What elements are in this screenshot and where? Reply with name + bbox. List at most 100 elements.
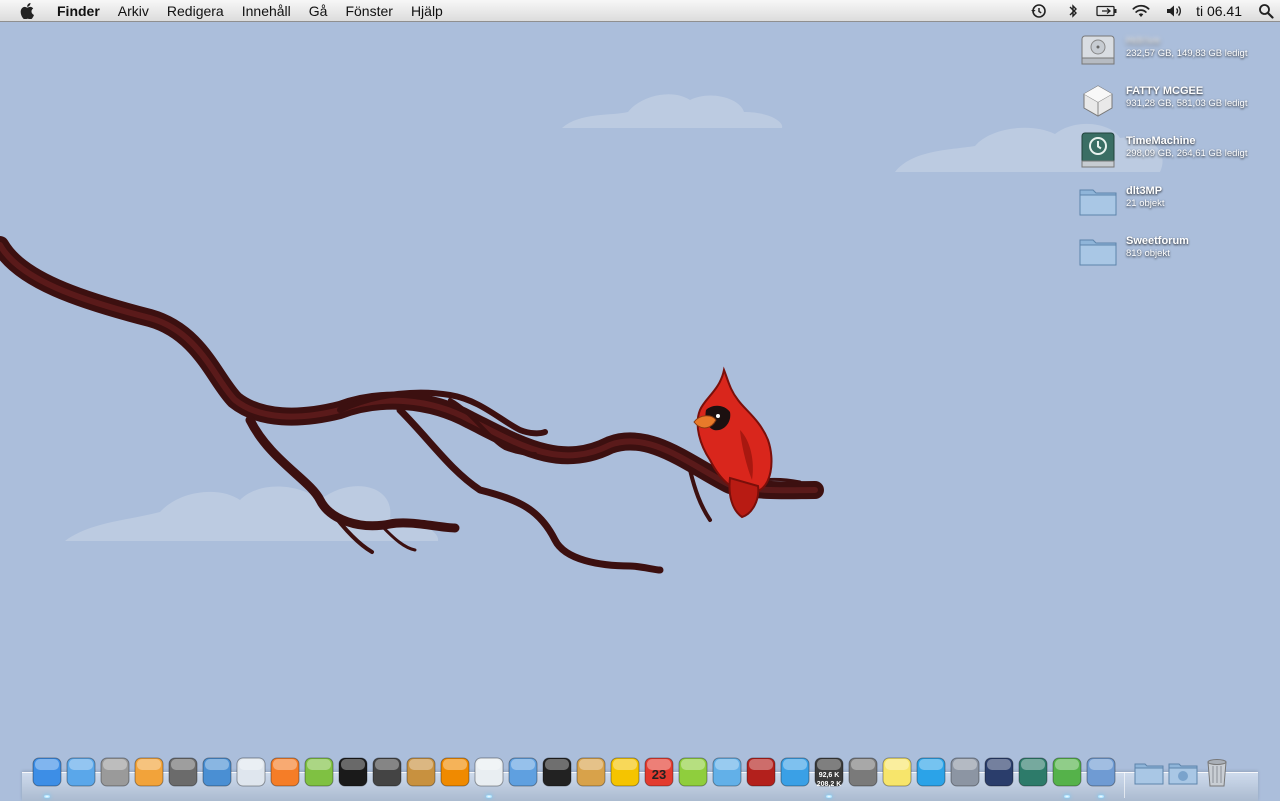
desktop-icon-hdrive[interactable]: Hdrive 232,57 GB, 149,83 GB ledigt xyxy=(1078,30,1274,74)
photo-booth-icon[interactable] xyxy=(744,754,778,798)
flickr-uploader-icon-graphic xyxy=(236,757,266,787)
vlc-icon[interactable] xyxy=(438,754,472,798)
ical-icon[interactable]: 23 xyxy=(642,754,676,798)
time-machine-drive-icon xyxy=(1081,132,1115,168)
menu-arkiv[interactable]: Arkiv xyxy=(109,0,158,22)
folder-icon xyxy=(1079,239,1117,266)
iphoto-icon-graphic xyxy=(1086,757,1116,787)
menu-ga[interactable]: Gå xyxy=(300,0,337,22)
desktop-icon-label: FATTY MCGEE xyxy=(1126,85,1204,97)
magnet-icon-graphic xyxy=(610,757,640,787)
ichat-icon-graphic xyxy=(66,757,96,787)
flickr-uploader-icon[interactable] xyxy=(234,754,268,798)
finder-icon-graphic xyxy=(32,757,62,787)
desktop-icon-timemachine[interactable]: TimeMachine 298,09 GB, 264,61 GB ledigt xyxy=(1078,130,1274,174)
ableton-live-icon[interactable] xyxy=(336,754,370,798)
menu-redigera[interactable]: Redigera xyxy=(158,0,233,22)
trash-icon[interactable] xyxy=(1200,754,1234,798)
sync-icon-graphic xyxy=(848,757,878,787)
menu-fonster[interactable]: Fönster xyxy=(336,0,401,22)
fish-icon-graphic xyxy=(712,757,742,787)
clock-widget-icon[interactable] xyxy=(676,754,710,798)
desktop-icon-label: Hdrive xyxy=(1126,35,1161,47)
bluetooth-icon[interactable] xyxy=(1056,0,1090,22)
running-indicator xyxy=(826,795,832,798)
battery-icon[interactable] xyxy=(1090,0,1124,22)
finder-icon[interactable] xyxy=(30,754,64,798)
dock-apps: 23 92,6 K 208,2 K xyxy=(30,754,1118,798)
utilities-icon-graphic xyxy=(950,757,980,787)
network-monitor-icon[interactable]: 92,6 K 208,2 K xyxy=(812,754,846,798)
rss-icon[interactable] xyxy=(268,754,302,798)
preview-icon[interactable] xyxy=(574,754,608,798)
iphoto-icon[interactable] xyxy=(1084,754,1118,798)
vlc-icon-graphic xyxy=(440,757,470,787)
calculator-icon-graphic xyxy=(100,757,130,787)
menu-hjalp[interactable]: Hjälp xyxy=(402,0,452,22)
address-book-icon[interactable] xyxy=(404,754,438,798)
dock: 23 92,6 K 208,2 K xyxy=(30,752,1234,798)
network-readout: 208,2 K xyxy=(816,781,842,788)
menu-clock[interactable]: ti 06.41 xyxy=(1192,0,1252,22)
itunes-icon[interactable] xyxy=(778,754,812,798)
desktop-icon-info: 21 objekt xyxy=(1126,198,1165,209)
spaces-icon[interactable] xyxy=(982,754,1016,798)
desktop-icon-sweetforum[interactable]: Sweetforum 819 objekt xyxy=(1078,230,1274,274)
running-indicator xyxy=(44,795,50,798)
iphone-config-icon[interactable] xyxy=(506,754,540,798)
hard-drive-icon xyxy=(1081,35,1115,65)
ableton-live-icon-graphic xyxy=(338,757,368,787)
audacity-icon[interactable] xyxy=(132,754,166,798)
desktop-icon-info: 232,57 GB, 149,83 GB ledigt xyxy=(1126,48,1248,59)
rss-icon-graphic xyxy=(270,757,300,787)
keyboard-icon[interactable] xyxy=(370,754,404,798)
calendar-day: 23 xyxy=(651,767,667,782)
apple-menu-icon[interactable] xyxy=(20,2,34,19)
spotlight-icon[interactable] xyxy=(1252,0,1280,22)
iphone-config-icon-graphic xyxy=(508,757,538,787)
photo-booth-icon-graphic xyxy=(746,757,776,787)
spotify-icon[interactable] xyxy=(302,754,336,798)
skype-icon[interactable] xyxy=(914,754,948,798)
audio-midi-icon[interactable] xyxy=(166,754,200,798)
volume-icon[interactable] xyxy=(1158,0,1192,22)
utilities-icon[interactable] xyxy=(948,754,982,798)
itunes-icon-graphic xyxy=(780,757,810,787)
desktop-icon-fatty-mcgee[interactable]: FATTY MCGEE 931,28 GB, 581,03 GB ledigt xyxy=(1078,80,1274,124)
preview-icon-graphic xyxy=(576,757,606,787)
desktop-icon-dlt3mp[interactable]: dlt3MP 21 objekt xyxy=(1078,180,1274,224)
calculator-icon[interactable] xyxy=(98,754,132,798)
robot-icon[interactable] xyxy=(472,754,506,798)
safari-icon[interactable] xyxy=(200,754,234,798)
time-machine-app-icon[interactable] xyxy=(1016,754,1050,798)
dock-separator xyxy=(1118,754,1132,798)
downloads-folder-icon[interactable] xyxy=(1166,754,1200,798)
skype-icon-graphic xyxy=(916,757,946,787)
audio-midi-icon-graphic xyxy=(168,757,198,787)
desktop-icon-label: TimeMachine xyxy=(1126,135,1196,147)
spotify-icon-graphic xyxy=(304,757,334,787)
desktop-icon-label: dlt3MP xyxy=(1126,185,1163,197)
fish-icon[interactable] xyxy=(710,754,744,798)
ichat-icon[interactable] xyxy=(64,754,98,798)
magnet-icon[interactable] xyxy=(608,754,642,798)
time-machine-app-icon-graphic xyxy=(1018,757,1048,787)
keyboard-icon-graphic xyxy=(372,757,402,787)
x-app-icon[interactable] xyxy=(1050,754,1084,798)
menu-innehall[interactable]: Innehåll xyxy=(233,0,300,22)
desktop-icon-info: 931,28 GB, 581,03 GB ledigt xyxy=(1126,98,1248,109)
audacity-icon-graphic xyxy=(134,757,164,787)
time-machine-icon[interactable] xyxy=(1022,0,1056,22)
applications-folder-icon[interactable] xyxy=(1132,754,1166,798)
stickies-icon[interactable] xyxy=(880,754,914,798)
external-drive-icon xyxy=(1083,85,1113,117)
desktop-icon-info: 819 objekt xyxy=(1126,248,1170,259)
robot-icon-graphic xyxy=(474,757,504,787)
menu-finder[interactable]: Finder xyxy=(48,0,109,22)
clock-widget-icon-graphic xyxy=(678,757,708,787)
network-readout: 92,6 K xyxy=(818,772,840,779)
sync-icon[interactable] xyxy=(846,754,880,798)
wifi-icon[interactable] xyxy=(1124,0,1158,22)
terminal-icon-graphic xyxy=(542,757,572,787)
terminal-icon[interactable] xyxy=(540,754,574,798)
